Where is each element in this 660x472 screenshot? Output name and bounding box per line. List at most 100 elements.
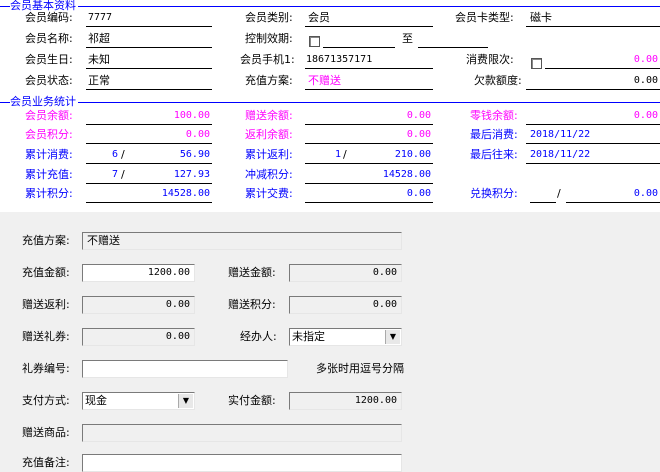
points-value: 0.00: [185, 129, 210, 140]
gift-amount-label: 赠送金额:: [228, 266, 276, 279]
handler-select[interactable]: 未指定 ▼: [289, 328, 402, 346]
name-value: 祁超: [88, 32, 110, 45]
total-recharge-count: 7: [112, 169, 119, 180]
form-plan-field: 不赠送: [82, 232, 402, 250]
points-label: 会员积分:: [25, 128, 73, 141]
card-type-label: 会员卡类型:: [455, 11, 514, 24]
underline: [526, 26, 660, 27]
last-consume-label: 最后消费:: [470, 128, 518, 141]
underline: [526, 163, 660, 164]
recharge-form-panel: 充值方案: 不赠送 充值金额: 1200.00 赠送金额: 0.00 赠送返利:…: [0, 212, 660, 472]
offset-points-value: 14528.00: [382, 169, 431, 180]
slash-separator: /: [343, 148, 347, 161]
coupon-hint: 多张时用逗号分隔: [316, 362, 404, 375]
debt-label: 欠款额度:: [474, 74, 522, 87]
last-visit-value: 2018/11/22: [530, 149, 591, 160]
total-consume-value: 56.90: [179, 149, 210, 160]
mobile-value: 18671357171: [306, 54, 373, 65]
amount-label: 充值金额:: [22, 266, 70, 279]
category-value: 会员: [308, 11, 330, 24]
gift-rebate-label: 赠送返利:: [22, 298, 70, 311]
underline: [545, 68, 660, 69]
gift-amount-field: 0.00: [289, 264, 402, 282]
remark-label: 充值备注:: [22, 456, 70, 469]
total-rebate-count: 1: [335, 149, 342, 160]
underline: [305, 124, 433, 125]
gift-balance-value: 0.00: [406, 110, 431, 121]
chevron-down-icon[interactable]: ▼: [178, 394, 193, 408]
underline: [305, 163, 433, 164]
underline: [305, 143, 433, 144]
pay-method-label: 支付方式:: [22, 394, 70, 407]
mobile-label: 会员手机1:: [240, 53, 295, 66]
last-visit-label: 最后往来:: [470, 148, 518, 161]
rebate-balance-label: 返利余额:: [245, 128, 293, 141]
underline: [305, 89, 433, 90]
gift-goods-field: [82, 424, 402, 442]
total-consume-count: 6: [112, 149, 119, 160]
paid-label: 实付金额:: [228, 394, 276, 407]
plan-label: 充值方案:: [245, 74, 293, 87]
section-divider: [0, 6, 660, 7]
underline: [86, 163, 212, 164]
rebate-balance-value: 0.00: [406, 129, 431, 140]
underline: [305, 183, 433, 184]
slash-separator: /: [121, 168, 125, 181]
exchange-points-label: 兑换积分:: [470, 187, 518, 200]
status-value: 正常: [88, 74, 110, 87]
coupon-no-label: 礼券编号:: [22, 362, 70, 375]
card-no-value: 7777: [88, 12, 113, 23]
gift-coupon-label: 赠送礼券:: [22, 330, 70, 343]
gift-rebate-field: 0.00: [82, 296, 195, 314]
remark-input[interactable]: [82, 454, 402, 472]
underline: [86, 26, 212, 27]
amount-input[interactable]: 1200.00: [82, 264, 195, 282]
underline: [86, 68, 212, 69]
card-type-value: 磁卡: [530, 11, 552, 24]
underline: [526, 143, 660, 144]
plan-value: 不赠送: [308, 74, 341, 87]
total-points-value: 14528.00: [161, 188, 210, 199]
coupon-no-input[interactable]: [82, 360, 288, 378]
total-consume-label: 累计消费:: [25, 148, 73, 161]
change-balance-label: 零钱余额:: [470, 109, 518, 122]
form-plan-label: 充值方案:: [22, 234, 70, 247]
underline: [305, 26, 433, 27]
category-label: 会员类别:: [245, 11, 293, 24]
total-trade-value: 0.00: [406, 188, 431, 199]
total-recharge-value: 127.93: [173, 169, 210, 180]
validity-checkbox[interactable]: [309, 36, 320, 47]
validity-to-label: 至: [402, 32, 413, 45]
slash-separator: /: [557, 187, 561, 200]
limit-checkbox[interactable]: [531, 58, 542, 69]
validity-label: 控制效期:: [245, 32, 293, 45]
underline: [566, 202, 660, 203]
underline: [418, 47, 488, 48]
chevron-down-icon[interactable]: ▼: [385, 330, 400, 344]
total-rebate-value: 210.00: [394, 149, 431, 160]
handler-label: 经办人:: [240, 330, 277, 343]
gift-balance-label: 赠送余额:: [245, 109, 293, 122]
underline: [86, 183, 212, 184]
total-rebate-label: 累计返利:: [245, 148, 293, 161]
underline: [323, 47, 395, 48]
card-no-label: 会员编码:: [25, 11, 73, 24]
birthday-value: 未知: [88, 53, 110, 66]
underline: [305, 68, 433, 69]
underline: [526, 89, 660, 90]
gift-points-field: 0.00: [289, 296, 402, 314]
section-divider: [0, 102, 660, 103]
debt-value: 0.00: [633, 75, 658, 86]
underline: [86, 143, 212, 144]
balance-value: 100.00: [173, 110, 210, 121]
last-consume-value: 2018/11/22: [530, 129, 591, 140]
total-recharge-label: 累计充值:: [25, 168, 73, 181]
pay-method-select[interactable]: 现金 ▼: [82, 392, 195, 410]
paid-field: 1200.00: [289, 392, 402, 410]
underline: [530, 202, 556, 203]
status-label: 会员状态:: [25, 74, 73, 87]
gift-points-label: 赠送积分:: [228, 298, 276, 311]
underline: [526, 124, 660, 125]
handler-value: 未指定: [292, 330, 325, 343]
exchange-points-value: 0.00: [633, 188, 658, 199]
